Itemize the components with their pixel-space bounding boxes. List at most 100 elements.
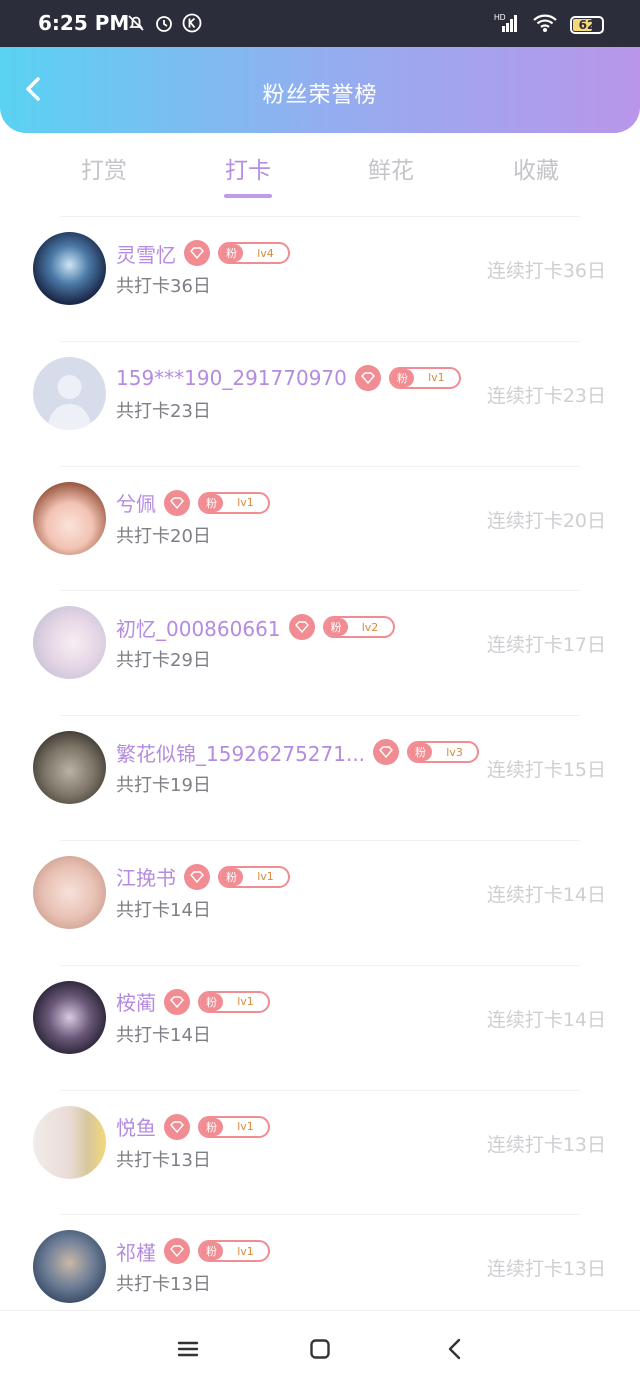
- diamond-icon: [184, 863, 210, 890]
- fan-label: 粉: [324, 618, 348, 637]
- status-time: 6:25 PM: [38, 11, 130, 35]
- user-name: 159***190_291770970: [116, 365, 347, 390]
- total-checkins: 共打卡14日: [116, 1024, 211, 1046]
- home-button[interactable]: [308, 1337, 332, 1361]
- list-item[interactable]: 繁花似锦_15926275271... 粉 lv3 共打卡19日 连续打卡15日: [0, 715, 640, 840]
- level-label: lv2: [361, 620, 379, 634]
- level-label: lv4: [257, 246, 274, 260]
- user-name: 灵雪忆: [116, 242, 176, 267]
- diamond-icon: [184, 240, 210, 266]
- fan-level-badge: 粉 lv3: [407, 741, 480, 764]
- fan-label: 粉: [390, 368, 414, 387]
- diamond-icon: [164, 988, 190, 1015]
- menu-icon: [177, 1341, 199, 1357]
- avatar[interactable]: [33, 855, 106, 929]
- streak-checkins: 连续打卡13日: [486, 1258, 606, 1281]
- level-label: lv1: [237, 995, 254, 1009]
- fan-label: 粉: [200, 1242, 223, 1261]
- user-name: 初忆_000860661: [116, 616, 281, 641]
- fan-list: 灵雪忆 粉 lv4 共打卡36日 连续打卡36日 159***190_291770…: [0, 216, 640, 1339]
- list-item[interactable]: 悦鱼 粉 lv1 共打卡13日 连续打卡13日: [0, 1089, 640, 1215]
- total-checkins: 共打卡19日: [116, 775, 211, 797]
- user-name: 兮佩: [116, 492, 156, 517]
- streak-checkins: 连续打卡36日: [486, 260, 606, 282]
- menu-button[interactable]: [176, 1337, 200, 1361]
- streak-checkins: 连续打卡23日: [486, 384, 606, 407]
- streak-checkins: 连续打卡17日: [486, 634, 606, 657]
- diamond-icon: [354, 364, 381, 391]
- level-label: lv1: [257, 870, 274, 884]
- user-name: 繁花似锦_15926275271...: [116, 741, 366, 766]
- diamond-icon: [164, 1238, 190, 1265]
- fan-level-badge: 粉 lv4: [218, 242, 290, 264]
- diamond-icon: [288, 614, 315, 641]
- back-nav-button[interactable]: [443, 1337, 467, 1361]
- fan-level-badge: 粉 lv1: [388, 366, 461, 389]
- fan-level-badge: 粉 lv1: [198, 990, 270, 1013]
- page-title: 粉丝荣誉榜: [262, 83, 378, 108]
- streak-checkins: 连续打卡14日: [486, 1008, 606, 1031]
- fan-label: 粉: [220, 244, 243, 262]
- list-item[interactable]: 159***190_291770970 粉 lv1 共打卡23日 连续打卡23日: [0, 340, 640, 466]
- user-name: 悦鱼: [116, 1116, 156, 1141]
- user-name: 桉蔺: [116, 991, 156, 1016]
- battery-icon: 62: [570, 16, 604, 34]
- list-item[interactable]: 江挽书 粉 lv1 共打卡14日 连续打卡14日: [0, 839, 640, 965]
- list-item[interactable]: 灵雪忆 粉 lv4 共打卡36日 连续打卡36日: [0, 216, 640, 341]
- list-item[interactable]: 兮佩 粉 lv1 共打卡20日 连续打卡20日: [0, 465, 640, 591]
- list-item[interactable]: 初忆_000860661 粉 lv2 共打卡29日 连续打卡17日: [0, 590, 640, 715]
- status-bar: 6:25 PM HD 62: [0, 0, 640, 47]
- streak-checkins: 连续打卡20日: [486, 509, 606, 532]
- user-name: 江挽书: [116, 866, 176, 891]
- total-checkins: 共打卡13日: [116, 1149, 211, 1171]
- home-square-icon: [310, 1339, 330, 1359]
- fan-label: 粉: [200, 992, 223, 1011]
- alarm-icon: [154, 13, 174, 33]
- diamond-icon: [164, 489, 190, 516]
- list-item[interactable]: 桉蔺 粉 lv1 共打卡14日 连续打卡14日: [0, 964, 640, 1090]
- k-app-icon: [182, 13, 202, 33]
- fan-label: 粉: [409, 743, 433, 762]
- fan-level-badge: 粉 lv1: [198, 1240, 270, 1263]
- tab-bar: 打赏 打卡 鲜花 收藏: [0, 133, 640, 213]
- signal-icon: HD: [494, 12, 520, 38]
- back-triangle-icon: [448, 1338, 461, 1360]
- user-name: 祁槿: [116, 1240, 156, 1265]
- diamond-icon: [373, 739, 400, 766]
- level-label: lv1: [237, 496, 254, 510]
- tab-favorites[interactable]: 收藏: [481, 151, 591, 185]
- total-checkins: 共打卡20日: [116, 525, 211, 547]
- wifi-icon: [532, 13, 558, 37]
- fan-label: 粉: [200, 1117, 223, 1136]
- total-checkins: 共打卡23日: [116, 400, 211, 422]
- total-checkins: 共打卡14日: [116, 899, 211, 921]
- tab-checkin[interactable]: 打卡: [193, 151, 303, 185]
- avatar[interactable]: [33, 232, 106, 305]
- active-tab-indicator: [224, 194, 272, 198]
- avatar[interactable]: [33, 1230, 106, 1304]
- network-type: HD: [494, 13, 506, 22]
- level-label: lv1: [237, 1244, 254, 1258]
- fan-label: 粉: [200, 493, 223, 512]
- avatar[interactable]: [33, 606, 106, 680]
- avatar[interactable]: [33, 980, 106, 1054]
- fan-level-badge: 粉 lv2: [322, 616, 395, 639]
- avatar[interactable]: [33, 1105, 106, 1179]
- streak-checkins: 连续打卡15日: [486, 759, 606, 782]
- system-nav-bar: [0, 1310, 640, 1388]
- total-checkins: 共打卡29日: [116, 650, 211, 672]
- fan-level-badge: 粉 lv1: [198, 1115, 270, 1138]
- avatar[interactable]: [33, 356, 106, 430]
- streak-checkins: 连续打卡14日: [486, 883, 606, 906]
- avatar[interactable]: [33, 731, 106, 805]
- avatar[interactable]: [33, 481, 106, 555]
- total-checkins: 共打卡13日: [116, 1274, 211, 1296]
- header-bar: 粉丝荣誉榜: [0, 47, 640, 133]
- streak-checkins: 连续打卡13日: [486, 1133, 606, 1156]
- level-label: lv3: [446, 745, 463, 759]
- bell-muted-icon: [126, 13, 146, 33]
- diamond-icon: [164, 1113, 190, 1140]
- level-label: lv1: [237, 1120, 254, 1134]
- tab-reward[interactable]: 打赏: [49, 151, 159, 185]
- tab-flowers[interactable]: 鲜花: [336, 151, 446, 185]
